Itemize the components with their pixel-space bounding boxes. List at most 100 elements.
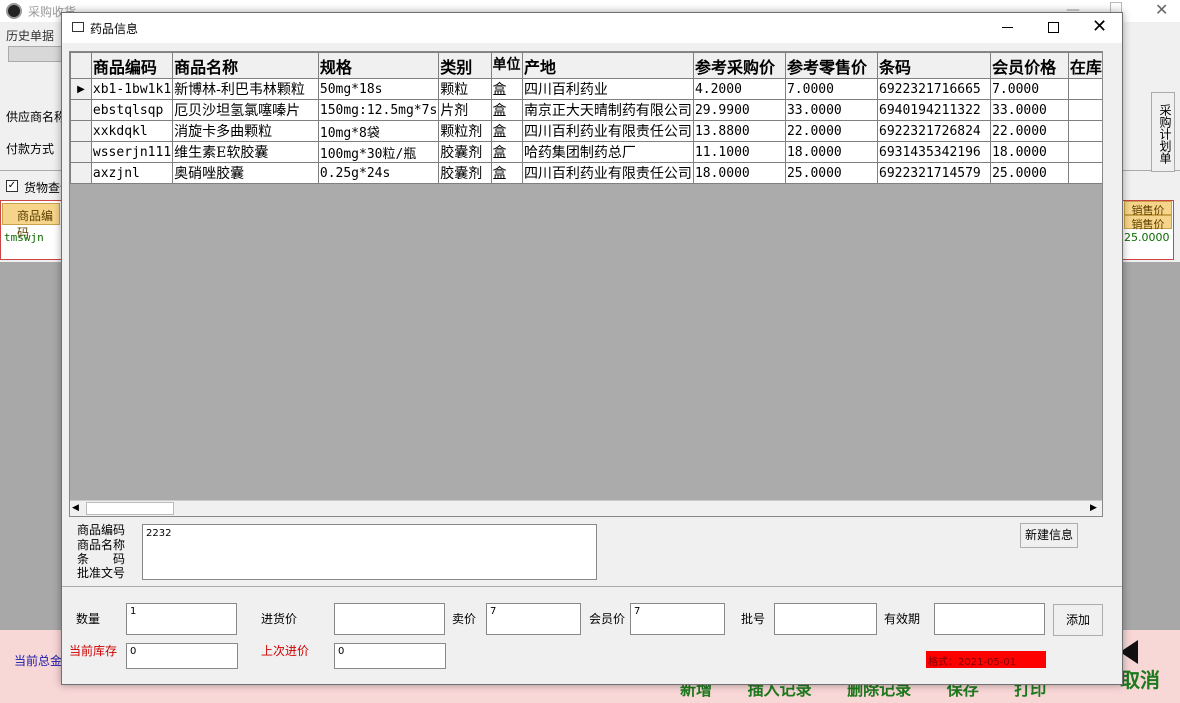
cell-origin[interactable]: 哈药集团制药总厂 [521, 141, 694, 163]
scroll-thumb[interactable] [86, 502, 174, 515]
cell-stock[interactable] [1067, 162, 1102, 184]
cell-name[interactable]: 奥硝唑胶囊 [172, 162, 319, 184]
cell-spec[interactable]: 0.25g*24s [317, 162, 440, 184]
column-header[interactable]: 参考采购价 [692, 52, 786, 79]
cell-unit[interactable]: 盒 [490, 120, 523, 142]
column-header[interactable]: 类别 [438, 52, 492, 79]
row-selector[interactable] [70, 162, 92, 184]
cell-purchase-price[interactable]: 29.9900 [692, 99, 786, 121]
table-row[interactable]: wsserjn111 维生素E软胶囊 100mg*30粒/瓶 胶囊剂盒哈药集团制药总厂… [70, 141, 1102, 163]
cell-category[interactable]: 颗粒 [438, 78, 492, 100]
cell-purchase-price[interactable]: 4.2000 [692, 78, 786, 100]
cell-category[interactable]: 胶囊剂 [438, 162, 492, 184]
close-icon[interactable]: ✕ [1155, 0, 1168, 19]
cell-member-price[interactable]: 22.0000 [990, 120, 1069, 142]
cell-purchase-price[interactable]: 13.8800 [692, 120, 786, 142]
column-header[interactable]: 规格 [317, 52, 440, 79]
cell-category[interactable]: 胶囊剂 [438, 141, 492, 163]
cell-stock[interactable] [1067, 120, 1102, 142]
cell-origin[interactable]: 四川百利药业 [521, 78, 694, 100]
cell-unit[interactable]: 盒 [490, 78, 523, 100]
cell-retail-price[interactable]: 22.0000 [784, 120, 879, 142]
cell-code[interactable]: axzjnl [90, 162, 174, 184]
cell-member-price[interactable]: 25.0000 [990, 162, 1069, 184]
cell-category[interactable]: 颗粒剂 [438, 120, 492, 142]
cell-code[interactable]: xxkdqkl [90, 120, 174, 142]
cell-retail-price[interactable]: 7.0000 [784, 78, 879, 100]
table-row[interactable]: ▶ xb1-1bw1k1 新博林-利巴韦林颗粒 50mg*18s 颗粒盒四川百利药业 4.… [70, 78, 1102, 100]
cell-retail-price[interactable]: 33.0000 [784, 99, 879, 121]
cell-stock[interactable] [1067, 99, 1102, 121]
main-grid-cell-price[interactable]: 25.0000 [1124, 231, 1170, 244]
cell-spec[interactable]: 100mg*30粒/瓶 [317, 141, 440, 163]
cell-purchase-price[interactable]: 11.1000 [692, 141, 786, 163]
cell-name[interactable]: 厄贝沙坦氢氯噻嗪片 [172, 99, 319, 121]
minimize-icon[interactable] [1002, 27, 1013, 28]
history-bar[interactable] [8, 46, 63, 62]
current-stock-field[interactable]: 0 [126, 643, 238, 669]
cell-barcode[interactable]: 6922321714579 [876, 162, 992, 184]
cell-unit[interactable]: 盒 [490, 99, 523, 121]
column-header[interactable]: 在库 [1067, 52, 1102, 79]
cell-member-price[interactable]: 18.0000 [990, 141, 1069, 163]
cell-barcode[interactable]: 6931435342196 [876, 141, 992, 163]
column-header[interactable]: 商品名称 [172, 52, 319, 79]
purchase-price-field[interactable] [334, 603, 445, 635]
maximize-icon[interactable] [1048, 22, 1059, 33]
batch-field[interactable] [774, 603, 877, 635]
cell-stock[interactable] [1067, 141, 1102, 163]
cell-barcode[interactable]: 6922321726824 [876, 120, 992, 142]
column-header[interactable]: 参考零售价 [784, 52, 879, 79]
column-header[interactable]: 条码 [876, 52, 992, 79]
close-icon[interactable]: ✕ [1092, 17, 1107, 37]
cell-retail-price[interactable]: 25.0000 [784, 162, 879, 184]
column-header[interactable]: 单位 [490, 52, 523, 79]
cell-code[interactable]: xb1-1bw1k1 [90, 78, 174, 100]
horizontal-scrollbar[interactable]: ◀ ▶ [70, 500, 1102, 516]
scroll-left-icon[interactable]: ◀ [72, 503, 79, 513]
cell-barcode[interactable]: 6922321716665 [876, 78, 992, 100]
cell-unit[interactable]: 盒 [490, 141, 523, 163]
cancel-button[interactable]: 取消 [1120, 664, 1160, 693]
cell-code[interactable]: wsserjn111 [90, 141, 174, 163]
cell-origin[interactable]: 四川百利药业有限责任公司 [521, 120, 694, 142]
cell-member-price[interactable]: 7.0000 [990, 78, 1069, 100]
column-header[interactable]: 会员价格 [990, 52, 1069, 79]
cell-category[interactable]: 片剂 [438, 99, 492, 121]
table-row[interactable]: xxkdqkl 消旋卡多曲颗粒 10mg*8袋 颗粒剂盒四川百利药业有限责任公司 13.… [70, 120, 1102, 142]
cell-name[interactable]: 消旋卡多曲颗粒 [172, 120, 319, 142]
cell-member-price[interactable]: 33.0000 [990, 99, 1069, 121]
cell-retail-price[interactable]: 18.0000 [784, 141, 879, 163]
row-selector[interactable] [70, 120, 92, 142]
quantity-field[interactable]: 1 [126, 603, 237, 635]
cell-code[interactable]: ebstqlsqp [90, 99, 174, 121]
cell-origin[interactable]: 四川百利药业有限责任公司 [521, 162, 694, 184]
cell-name[interactable]: 维生素E软胶囊 [172, 141, 319, 163]
table-row[interactable]: axzjnl 奥硝唑胶囊 0.25g*24s 胶囊剂盒四川百利药业有限责任公司 18.0… [70, 162, 1102, 184]
last-price-field[interactable]: 0 [334, 643, 446, 669]
column-header[interactable]: 商品编码 [90, 52, 174, 79]
main-grid-cell-code[interactable]: tmswjn [4, 231, 44, 244]
cell-name[interactable]: 新博林-利巴韦林颗粒 [172, 78, 319, 100]
cell-spec[interactable]: 150mg:12.5mg*7s [317, 99, 440, 121]
drug-grid[interactable]: 商品编码 商品名称 规格 类别 单位 产地 参考采购价 参考零售价 条码 会员价… [69, 51, 1103, 517]
expiry-field[interactable] [934, 603, 1045, 635]
cell-purchase-price[interactable]: 18.0000 [692, 162, 786, 184]
current-row-indicator-icon[interactable]: ▶ [70, 78, 92, 100]
column-header[interactable]: 产地 [521, 52, 694, 79]
add-button[interactable]: 添加 [1053, 604, 1103, 636]
cell-spec[interactable]: 50mg*18s [317, 78, 440, 100]
menu-history[interactable]: 历史单据 [6, 27, 54, 44]
search-input[interactable]: 2232 [142, 524, 597, 580]
row-selector[interactable] [70, 141, 92, 163]
table-row[interactable]: ebstqlsqp 厄贝沙坦氢氯噻嗪片 150mg:12.5mg*7s 片剂盒南京正大… [70, 99, 1102, 121]
cell-origin[interactable]: 南京正大天晴制药有限公司 [521, 99, 694, 121]
cell-unit[interactable]: 盒 [490, 162, 523, 184]
scroll-right-icon[interactable]: ▶ [1090, 503, 1097, 513]
purchase-plan-button[interactable]: 采购计划单 [1151, 92, 1175, 172]
member-price-field[interactable]: 7 [630, 603, 725, 635]
cell-stock[interactable] [1067, 78, 1102, 100]
cell-spec[interactable]: 10mg*8袋 [317, 120, 440, 142]
new-info-button[interactable]: 新建信息 [1020, 523, 1078, 548]
cell-barcode[interactable]: 6940194211322 [876, 99, 992, 121]
